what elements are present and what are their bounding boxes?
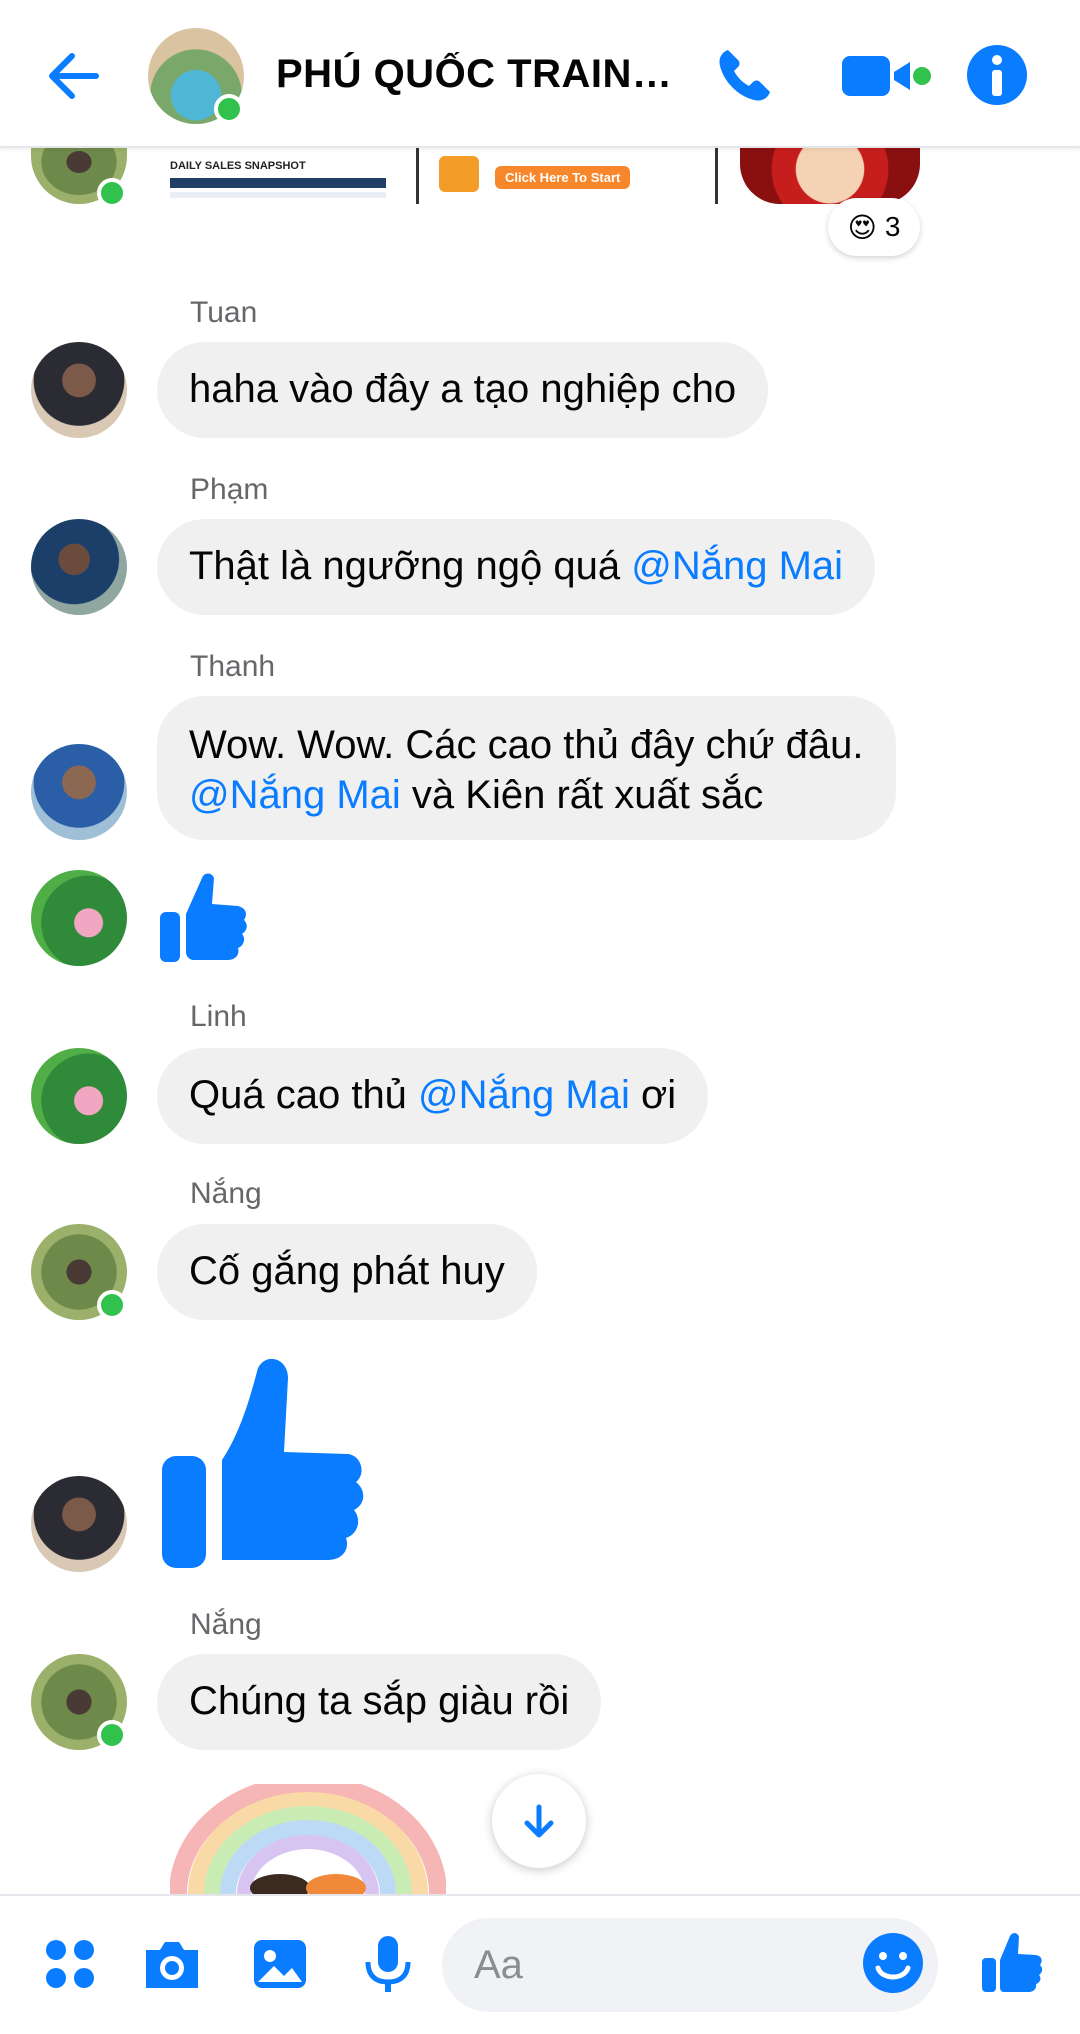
conversation-title[interactable]: PHÚ QUỐC TRAINI... xyxy=(276,52,676,97)
cta-label: Click Here To Start xyxy=(495,166,631,189)
like-icon[interactable] xyxy=(980,1930,1046,1996)
sender-name: Thanh xyxy=(190,650,276,683)
message-bubble[interactable]: Wow. Wow. Các cao thủ đây chứ đâu. @Nắng… xyxy=(157,696,896,840)
mention-link[interactable]: @Nắng Mai xyxy=(189,773,401,817)
microphone-icon[interactable] xyxy=(356,1932,420,1996)
online-indicator xyxy=(97,178,127,208)
info-icon[interactable] xyxy=(962,40,1032,110)
message-text: ơi xyxy=(629,1073,677,1117)
message-bubble[interactable]: Cố gắng phát huy xyxy=(157,1224,537,1320)
scroll-to-bottom-button[interactable] xyxy=(492,1774,586,1868)
message-text: Quá cao thủ xyxy=(189,1073,419,1117)
online-indicator xyxy=(97,1720,127,1750)
message-bubble[interactable]: Chúng ta sắp giàu rồi xyxy=(157,1654,602,1750)
message-bubble[interactable]: Quá cao thủ @Nắng Mai ơi xyxy=(157,1048,709,1144)
emoji-icon[interactable] xyxy=(860,1930,926,1996)
avatar-linh[interactable] xyxy=(31,870,127,966)
mention-link[interactable]: @Nắng Mai xyxy=(418,1073,630,1117)
camera-icon[interactable] xyxy=(140,1932,204,1996)
message-composer xyxy=(0,1894,1080,2034)
video-camera-icon[interactable] xyxy=(838,42,938,110)
sender-name: Nắng xyxy=(190,1177,262,1210)
message-bubble[interactable]: haha vào đây a tạo nghiệp cho xyxy=(157,342,769,438)
message-bubble[interactable]: Thật là ngưỡng ngộ quá @Nắng Mai xyxy=(157,519,876,615)
sender-name: Nắng xyxy=(190,1608,262,1641)
phone-icon[interactable] xyxy=(710,42,778,110)
thumbs-up-sticker-large[interactable] xyxy=(158,1350,378,1572)
avatar-thanh[interactable] xyxy=(31,744,127,840)
avatar-tuan[interactable] xyxy=(31,342,127,438)
online-indicator xyxy=(214,94,244,124)
sender-name: Linh xyxy=(190,1000,247,1033)
message-text: Thật là ngưỡng ngộ quá xyxy=(189,544,632,588)
shared-image-sales-snapshot[interactable]: DAILY SALES SNAPSHOT xyxy=(166,146,390,204)
avatar-pham[interactable] xyxy=(31,519,127,615)
mention-link[interactable]: @Nắng Mai xyxy=(631,544,843,588)
heart-eyes-emoji: 😍 xyxy=(847,211,877,243)
online-indicator xyxy=(97,1290,127,1320)
avatar-linh[interactable] xyxy=(31,1048,127,1144)
reaction-count: 3 xyxy=(884,211,901,242)
rainbow-sticker[interactable] xyxy=(170,1784,446,1894)
sender-name: Tuan xyxy=(190,296,258,329)
gallery-icon[interactable] xyxy=(248,1932,312,1996)
back-arrow-icon[interactable] xyxy=(38,40,110,112)
shared-image-promo[interactable] xyxy=(740,146,920,204)
reaction-badge[interactable]: 😍 3 xyxy=(828,198,920,256)
message-text: Wow. Wow. Các cao thủ đây chứ đâu. xyxy=(189,723,864,767)
conversation-header: PHÚ QUỐC TRAINI... xyxy=(0,0,1080,148)
snapshot-title: DAILY SALES SNAPSHOT xyxy=(170,160,306,172)
message-text: và Kiên rất xuất sắc xyxy=(400,773,764,817)
thumbs-up-sticker-small[interactable] xyxy=(156,868,252,968)
shared-image-cta[interactable]: Click Here To Start xyxy=(416,146,718,204)
apps-icon[interactable] xyxy=(38,1932,102,1996)
avatar-tuan[interactable] xyxy=(31,1476,127,1572)
sender-name: Phạm xyxy=(190,473,269,506)
arrow-down-icon xyxy=(524,1804,554,1838)
